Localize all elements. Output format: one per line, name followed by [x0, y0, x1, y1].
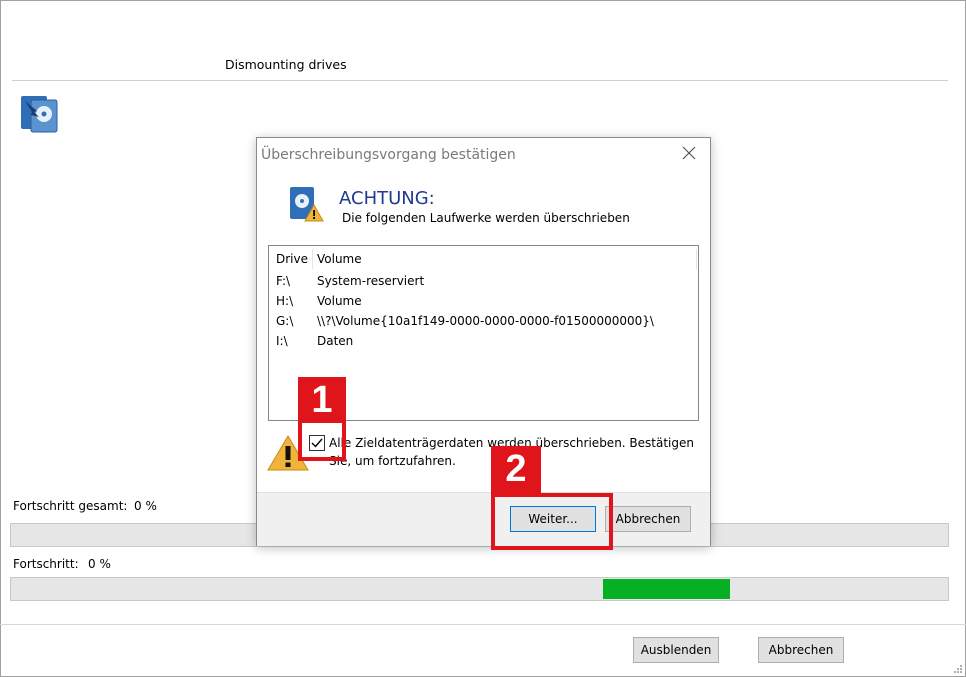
dialog-subheading: Die folgenden Laufwerke werden überschri… — [342, 211, 630, 225]
row-volume: System-reserviert — [317, 274, 425, 288]
row-drive: F:\ — [276, 274, 291, 288]
close-icon[interactable] — [679, 143, 699, 163]
annotation-box-2 — [491, 493, 613, 550]
column-divider — [312, 249, 313, 269]
annotation-label-1: 1 — [298, 377, 346, 423]
dialog-heading: ACHTUNG: — [339, 188, 435, 209]
row-drive: G:\ — [276, 314, 294, 328]
column-header-volume[interactable]: Volume — [317, 252, 362, 266]
row-drive: H:\ — [276, 294, 294, 308]
current-progress-bar — [10, 577, 949, 601]
footer-divider — [0, 624, 966, 625]
current-progress-label: Fortschritt: — [13, 557, 79, 571]
cancel-button[interactable]: Abbrechen — [758, 637, 844, 663]
column-divider — [696, 249, 697, 269]
annotation-label-2: 2 — [491, 446, 541, 493]
column-header-drive[interactable]: Drive — [276, 252, 308, 266]
hide-button[interactable]: Ausblenden — [633, 637, 719, 663]
total-progress-label: Fortschritt gesamt: — [13, 499, 128, 513]
disk-warning-icon — [290, 187, 324, 222]
resize-grip-icon[interactable] — [953, 664, 963, 674]
row-drive: I:\ — [276, 334, 288, 348]
section-title: Dismounting drives — [225, 57, 347, 72]
total-progress-value: 0 % — [134, 499, 157, 513]
confirm-overwrite-dialog: Überschreibungsvorgang bestätigen ACHTUN… — [256, 137, 711, 546]
dialog-footer: Weiter... Abbrechen — [257, 492, 710, 546]
row-volume: Volume — [317, 294, 362, 308]
header-divider — [12, 80, 948, 81]
row-volume: Daten — [317, 334, 354, 348]
current-progress-value: 0 % — [88, 557, 111, 571]
row-volume: \\?\Volume{10a1f149-0000-0000-0000-f0150… — [317, 314, 654, 328]
dialog-title: Überschreibungsvorgang bestätigen — [261, 147, 516, 163]
dialog-cancel-button[interactable]: Abbrechen — [605, 506, 691, 532]
progress-marquee-fill — [603, 579, 730, 599]
drive-dismount-icon — [21, 96, 58, 133]
